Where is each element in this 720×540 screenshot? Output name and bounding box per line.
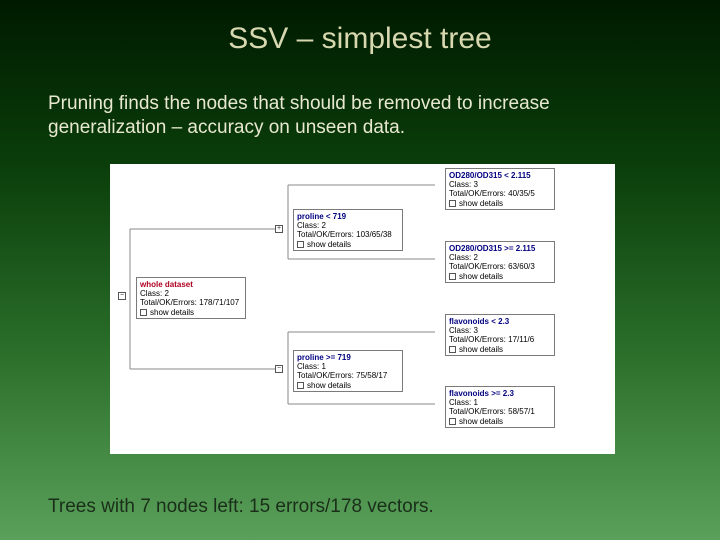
node-stats: Total/OK/Errors: 40/35/5 [449,189,551,198]
node-header: flavonoids >= 2.3 [449,389,551,398]
show-details-row: show details [297,381,399,390]
tree-node: OD280/OD315 >= 2.115 Class: 2 Total/OK/E… [445,241,555,283]
node-class: Class: 2 [140,289,242,298]
node-header: proline >= 719 [297,353,399,362]
checkbox-icon [449,418,456,425]
node-class: Class: 3 [449,326,551,335]
node-class: Class: 2 [297,221,399,230]
show-details-label: show details [307,240,351,249]
node-header: whole dataset [140,280,242,289]
show-details-label: show details [307,381,351,390]
show-details-row: show details [449,272,551,281]
tree-node: OD280/OD315 < 2.115 Class: 3 Total/OK/Er… [445,168,555,210]
node-stats: Total/OK/Errors: 58/57/1 [449,407,551,416]
node-stats: Total/OK/Errors: 103/65/38 [297,230,399,239]
show-details-label: show details [459,199,503,208]
show-details-label: show details [150,308,194,317]
node-stats: Total/OK/Errors: 178/71/107 [140,298,242,307]
expand-glyph: − [275,365,283,373]
tree-node-root: whole dataset Class: 2 Total/OK/Errors: … [136,277,246,319]
node-class: Class: 3 [449,180,551,189]
show-details-row: show details [297,240,399,249]
node-class: Class: 2 [449,253,551,262]
checkbox-icon [297,382,304,389]
node-header: OD280/OD315 < 2.115 [449,171,551,180]
show-details-row: show details [449,345,551,354]
node-header: proline < 719 [297,212,399,221]
show-details-row: show details [140,308,242,317]
checkbox-icon [140,309,147,316]
tree-node: flavonoids < 2.3 Class: 3 Total/OK/Error… [445,314,555,356]
node-class: Class: 1 [297,362,399,371]
show-details-label: show details [459,417,503,426]
node-stats: Total/OK/Errors: 75/58/17 [297,371,399,380]
tree-node: proline >= 719 Class: 1 Total/OK/Errors:… [293,350,403,392]
show-details-row: show details [449,199,551,208]
checkbox-icon [297,241,304,248]
node-stats: Total/OK/Errors: 17/11/6 [449,335,551,344]
show-details-label: show details [459,272,503,281]
node-stats: Total/OK/Errors: 63/60/3 [449,262,551,271]
node-header: OD280/OD315 >= 2.115 [449,244,551,253]
slide-subtitle: Pruning finds the nodes that should be r… [48,92,672,140]
checkbox-icon [449,200,456,207]
show-details-label: show details [459,345,503,354]
expand-glyph: − [118,292,126,300]
decision-tree-diagram: − + − whole dataset Class: 2 Total/OK/Er… [110,164,615,454]
show-details-row: show details [449,417,551,426]
node-header: flavonoids < 2.3 [449,317,551,326]
checkbox-icon [449,346,456,353]
node-class: Class: 1 [449,398,551,407]
slide-title: SSV – simplest tree [0,22,720,56]
checkbox-icon [449,273,456,280]
expand-glyph: + [275,225,283,233]
tree-node: flavonoids >= 2.3 Class: 1 Total/OK/Erro… [445,386,555,428]
slide-footer-text: Trees with 7 nodes left: 15 errors/178 v… [48,496,672,518]
tree-node: proline < 719 Class: 2 Total/OK/Errors: … [293,209,403,251]
